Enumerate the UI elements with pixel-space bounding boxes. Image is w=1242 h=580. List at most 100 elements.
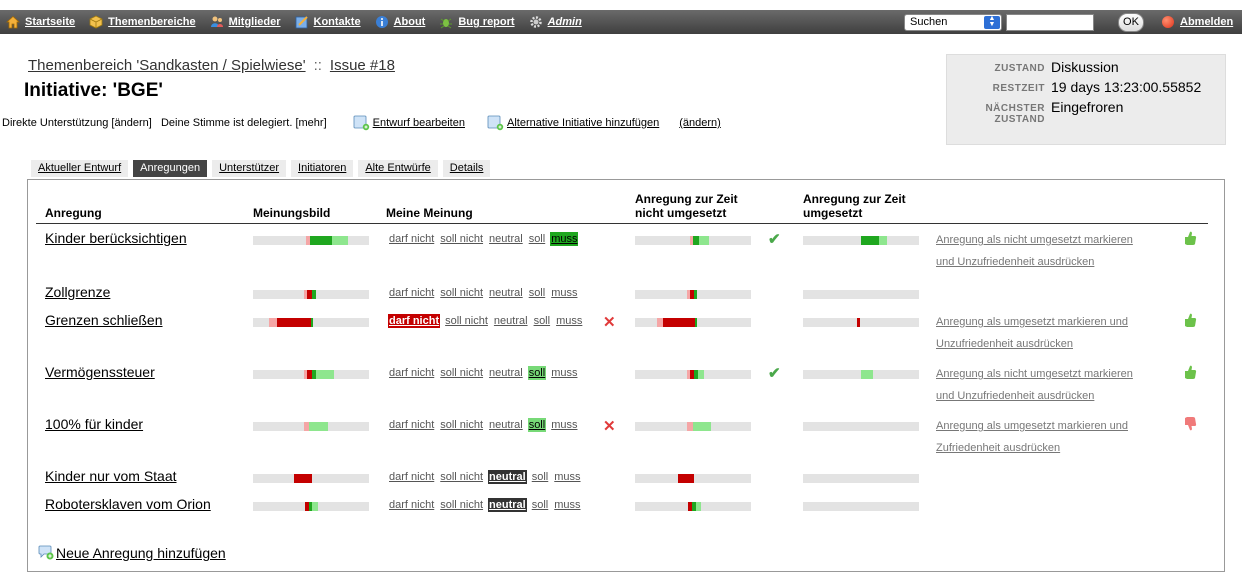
opinion-option-neutral[interactable]: neutral: [488, 418, 524, 432]
opinion-option-neutral[interactable]: neutral: [488, 498, 527, 512]
opinion-option-neutral[interactable]: neutral: [493, 314, 529, 328]
opinion-option-darfnicht[interactable]: darf nicht: [388, 498, 435, 512]
opinion-option-neutral[interactable]: neutral: [488, 366, 524, 380]
tab-initiatoren[interactable]: Initiatoren: [291, 160, 354, 177]
opinion-option-sollnicht[interactable]: soll nicht: [439, 366, 484, 380]
opinion-option-sollnicht[interactable]: soll nicht: [439, 286, 484, 300]
opinion-option-soll[interactable]: soll: [528, 232, 547, 246]
add-alternative-button[interactable]: Alternative Initiative hinzufügen: [487, 115, 659, 131]
tab-alte-entwuerfe[interactable]: Alte Entwürfe: [358, 160, 438, 177]
edit-draft-button[interactable]: Entwurf bearbeiten: [353, 115, 465, 131]
suggestion-name[interactable]: 100% für kinder: [45, 416, 143, 432]
opinion-option-soll[interactable]: soll: [533, 314, 552, 328]
opinion-option-darfnicht[interactable]: darf nicht: [388, 366, 435, 380]
suggestion-name[interactable]: Kinder nur vom Staat: [45, 468, 177, 484]
opinion-option-neutral[interactable]: neutral: [488, 286, 524, 300]
opinion-option-soll[interactable]: soll: [531, 498, 550, 512]
col-umgesetzt: Anregung zur Zeit umgesetzt: [803, 192, 906, 220]
my-opinion-options: darf nicht soll nicht neutral soll muss: [388, 287, 582, 299]
rate-link-line-1[interactable]: Anregung als nicht umgesetzt markieren: [936, 234, 1133, 246]
opinion-option-soll[interactable]: soll: [531, 470, 550, 484]
nav-item-bug-report[interactable]: Bug report: [439, 15, 515, 29]
breadcrumb-area-link[interactable]: Themenbereich 'Sandkasten / Spielwiese': [28, 57, 306, 74]
state-row-restzeit: RESTZEIT 19 days 13:23:00.55852: [947, 79, 1227, 95]
col-meine-meinung: Meine Meinung: [386, 206, 473, 220]
search-select[interactable]: Suchen ▲ ▼: [904, 13, 1002, 31]
tab-details[interactable]: Details: [442, 160, 491, 177]
opinion-option-neutral[interactable]: neutral: [488, 470, 527, 484]
my-opinion-options: darf nicht soll nicht neutral soll muss: [388, 314, 587, 328]
speech-bubble-add-icon: [38, 545, 56, 561]
opinion-option-muss[interactable]: muss: [555, 314, 583, 328]
nav-item-startseite[interactable]: Startseite: [6, 15, 75, 29]
nav-item-themenbereiche[interactable]: Themenbereiche: [89, 15, 196, 29]
opinion-option-muss[interactable]: muss: [550, 418, 578, 432]
suggestion-name[interactable]: Zollgrenze: [45, 284, 110, 300]
rate-link-line-2[interactable]: und Unzufriedenheit ausdrücken: [936, 256, 1094, 268]
document-add-icon: [487, 115, 505, 131]
suggestion-name[interactable]: Kinder berücksichtigen: [45, 230, 187, 246]
tab-anregungen[interactable]: Anregungen: [133, 160, 208, 177]
rate-suggestion-link[interactable]: Anregung als umgesetzt markieren und Zufr…: [936, 415, 1164, 459]
state-row-zustand: ZUSTAND Diskussion: [947, 59, 1227, 75]
change-link[interactable]: (ändern): [679, 117, 721, 129]
search-ok-button[interactable]: OK: [1118, 12, 1144, 32]
bar-segment: [312, 290, 316, 299]
nav-item-kontakte[interactable]: Kontakte: [295, 15, 361, 29]
opinion-option-soll[interactable]: soll: [528, 286, 547, 300]
thumb-up-icon[interactable]: [1183, 364, 1197, 380]
rate-suggestion-link[interactable]: Anregung als nicht umgesetzt markieren un…: [936, 363, 1164, 407]
rate-link-line-1[interactable]: Anregung als umgesetzt markieren und: [936, 420, 1128, 432]
opinion-option-sollnicht[interactable]: soll nicht: [439, 418, 484, 432]
logout-link[interactable]: Abmelden: [1162, 10, 1233, 34]
opinion-option-darfnicht[interactable]: darf nicht: [388, 314, 441, 328]
opinion-option-darfnicht[interactable]: darf nicht: [388, 232, 435, 246]
suggestion-name[interactable]: Robotersklaven vom Orion: [45, 496, 211, 512]
nav-item-admin[interactable]: Admin: [529, 15, 582, 29]
opinion-option-muss[interactable]: muss: [553, 470, 581, 484]
rate-link-line-2[interactable]: Zufriedenheit ausdrücken: [936, 442, 1060, 454]
support-status-text: Direkte Unterstützung [ändern] Deine Sti…: [2, 117, 327, 129]
add-suggestion-label: Neue Anregung hinzufügen: [56, 545, 226, 561]
rate-link-line-2[interactable]: und Unzufriedenheit ausdrücken: [936, 390, 1094, 402]
tab-unterstuetzer[interactable]: Unterstützer: [212, 160, 287, 177]
page-title: Initiative: 'BGE': [24, 80, 163, 101]
bar-segment: [879, 236, 887, 245]
add-suggestion-button[interactable]: Neue Anregung hinzufügen: [38, 545, 226, 561]
rate-suggestion-link[interactable]: Anregung als nicht umgesetzt markieren un…: [936, 229, 1164, 273]
opinion-option-soll[interactable]: soll: [527, 418, 547, 432]
suggestion-name[interactable]: Vermögenssteuer: [45, 364, 155, 380]
nav-item-mitglieder[interactable]: Mitglieder: [210, 15, 281, 29]
opinion-option-soll[interactable]: soll: [527, 366, 547, 380]
opinion-option-muss[interactable]: muss: [550, 286, 578, 300]
opinion-option-darfnicht[interactable]: darf nicht: [388, 470, 435, 484]
rate-link-line-1[interactable]: Anregung als nicht umgesetzt markieren: [936, 368, 1133, 380]
opinion-option-darfnicht[interactable]: darf nicht: [388, 418, 435, 432]
rate-link-line-2[interactable]: Unzufriedenheit ausdrücken: [936, 338, 1073, 350]
rate-suggestion-link[interactable]: Anregung als umgesetzt markieren und Unzu…: [936, 311, 1164, 355]
opinion-option-muss[interactable]: muss: [550, 232, 579, 246]
thumb-up-icon[interactable]: [1183, 230, 1197, 246]
checkmark-icon: ✔: [768, 365, 781, 382]
remaining-time-value: 19 days 13:23:00.55852: [1051, 79, 1202, 95]
opinion-option-sollnicht[interactable]: soll nicht: [444, 314, 489, 328]
nav-item-about[interactable]: About: [375, 15, 425, 29]
search-input[interactable]: [1006, 13, 1094, 31]
tab-aktueller-entwurf[interactable]: Aktueller Entwurf: [31, 160, 129, 177]
cross-icon: ✕: [603, 314, 616, 331]
initiative-actions: Direkte Unterstützung [ändern] Deine Sti…: [2, 115, 721, 131]
not-implemented-bar: [635, 236, 751, 245]
opinion-option-sollnicht[interactable]: soll nicht: [439, 232, 484, 246]
opinion-option-sollnicht[interactable]: soll nicht: [439, 498, 484, 512]
opinion-option-muss[interactable]: muss: [550, 366, 578, 380]
suggestion-name[interactable]: Grenzen schließen: [45, 312, 163, 328]
opinion-option-sollnicht[interactable]: soll nicht: [439, 470, 484, 484]
tab-bar: Aktueller Entwurf Anregungen Unterstütze…: [31, 160, 495, 177]
opinion-option-neutral[interactable]: neutral: [488, 232, 524, 246]
breadcrumb-issue-link[interactable]: Issue #18: [330, 57, 395, 74]
thumb-up-icon[interactable]: [1183, 312, 1197, 328]
rate-link-line-1[interactable]: Anregung als umgesetzt markieren und: [936, 316, 1128, 328]
opinion-option-darfnicht[interactable]: darf nicht: [388, 286, 435, 300]
thumb-down-icon[interactable]: [1183, 416, 1197, 432]
opinion-option-muss[interactable]: muss: [553, 498, 581, 512]
